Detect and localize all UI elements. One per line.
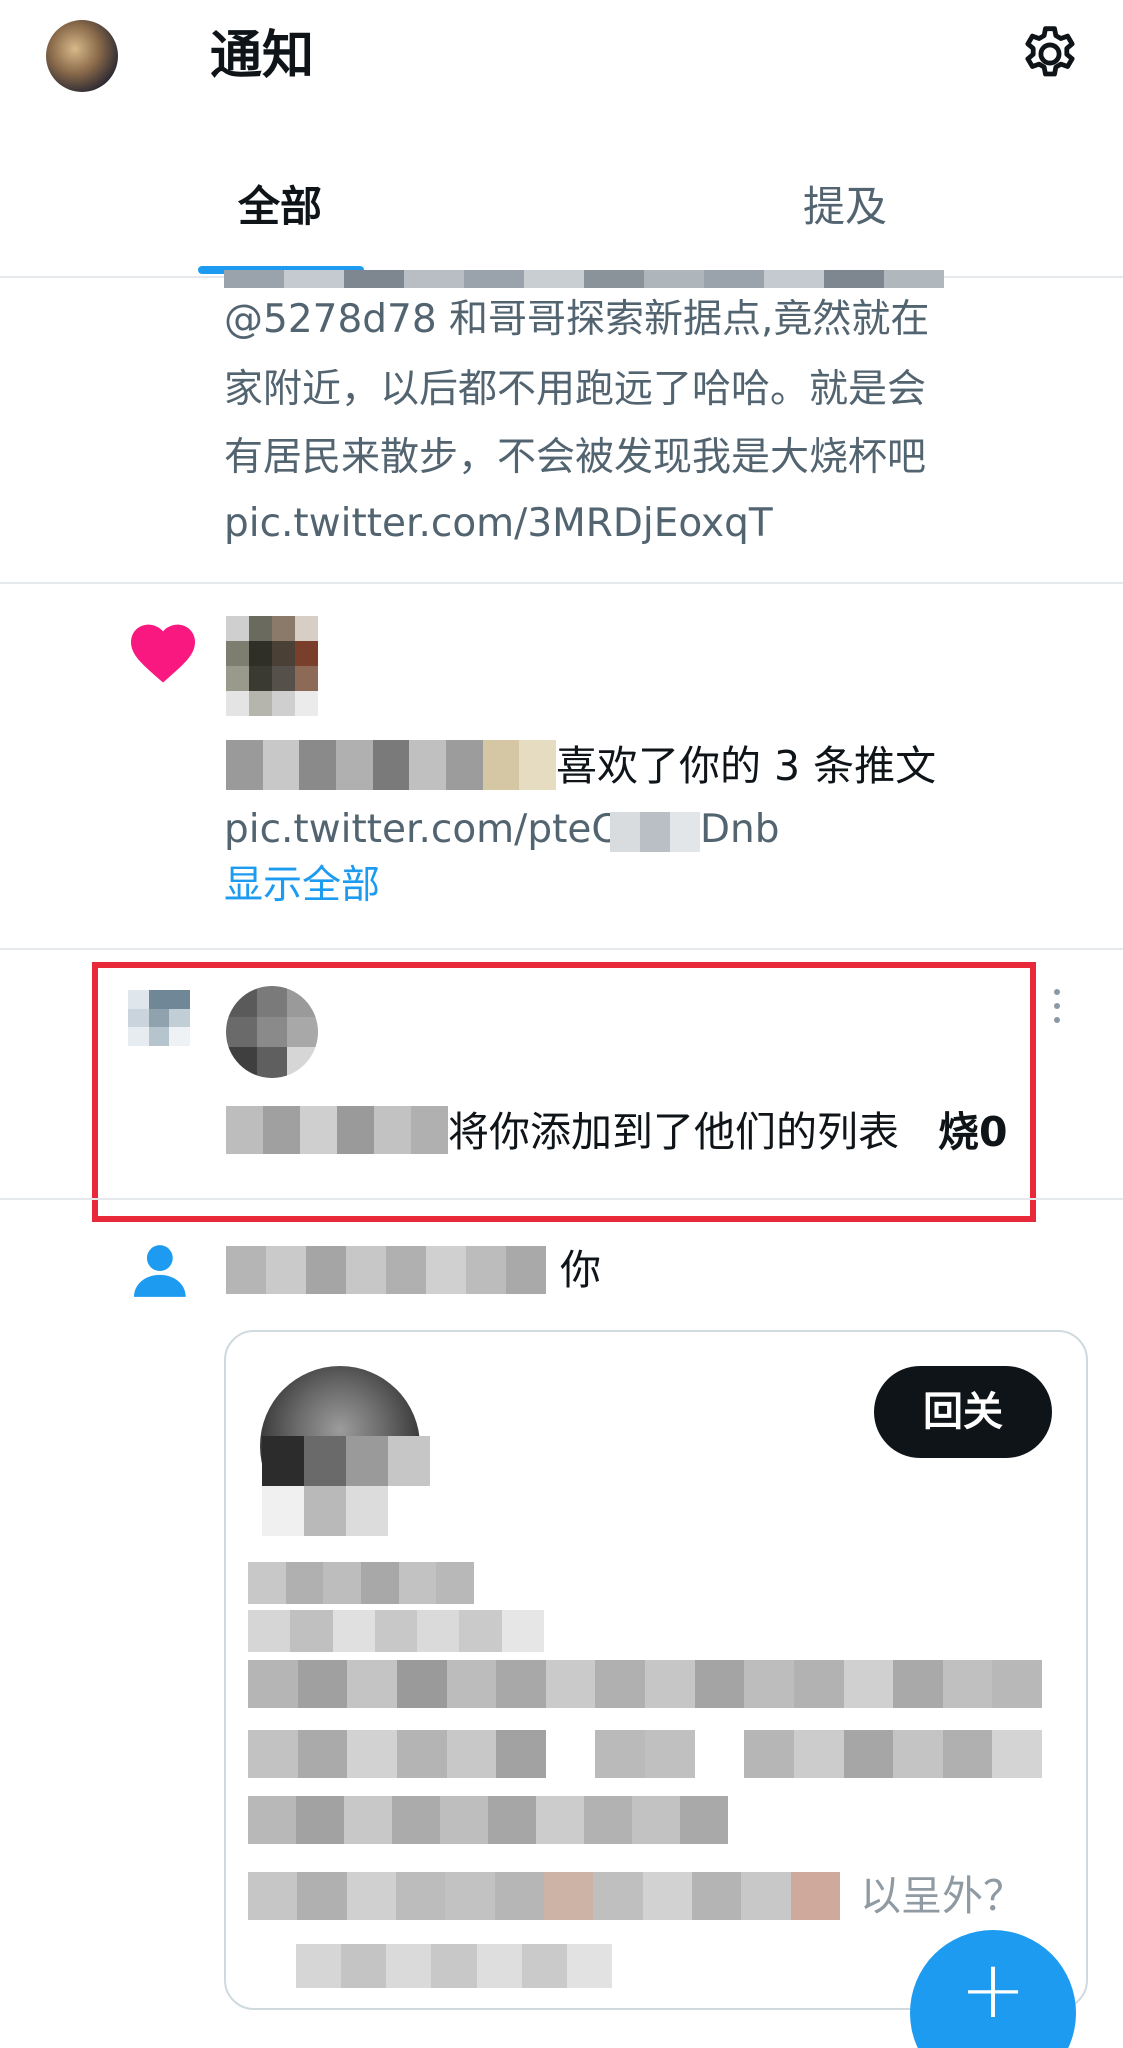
- follow-notification-text: 你: [560, 1246, 601, 1294]
- blurred-bio: [248, 1872, 840, 1920]
- tweet-text-line: 家附近，以后都不用跑远了哈哈。就是会: [224, 367, 927, 412]
- tab-mentions[interactable]: 提及: [760, 172, 930, 242]
- blurred-bio: [248, 1730, 1042, 1778]
- highlight-box: [92, 962, 1036, 1222]
- tweet-text-line: 有居民来散步，不会被发现我是大烧杯吧: [224, 435, 927, 480]
- tab-all[interactable]: 全部: [200, 172, 360, 242]
- gear-icon[interactable]: [1018, 22, 1082, 86]
- tweet-link[interactable]: pic.twitter.com/3MRDjEoxqT: [224, 490, 773, 558]
- like-link-tail[interactable]: Dnb: [700, 796, 780, 864]
- avatar[interactable]: [46, 20, 118, 92]
- show-all-link[interactable]: 显示全部: [224, 856, 380, 916]
- blurred-username: [226, 740, 556, 790]
- like-link[interactable]: pic.twitter.com/pteC: [224, 796, 619, 864]
- bio-text-tail: 以呈外？: [860, 1872, 1024, 1920]
- more-vertical-icon[interactable]: [1050, 986, 1064, 1026]
- divider: [0, 582, 1123, 584]
- tweet-text-line: @5278d78 和哥哥探索新据点,竟然就在: [224, 297, 930, 342]
- divider: [0, 1198, 1123, 1200]
- blurred-username: [226, 1246, 546, 1294]
- plus-icon: +: [959, 1943, 1027, 2036]
- blurred-bio: [248, 1796, 728, 1844]
- blurred-handle: [248, 1610, 544, 1652]
- divider: [0, 948, 1123, 950]
- compose-button[interactable]: +: [910, 1930, 1076, 2048]
- blurred-bio: [248, 1660, 1042, 1708]
- like-notification-text: 喜欢了你的 3 条推文: [556, 742, 937, 790]
- heart-icon: [131, 624, 195, 683]
- blurred-avatar-overlay: [262, 1436, 430, 1536]
- page-title: 通知: [210, 26, 315, 86]
- blurred-display-name: [248, 1562, 474, 1604]
- blurred-link: [610, 812, 700, 852]
- person-icon: [134, 1245, 186, 1297]
- follow-back-button[interactable]: 回关: [874, 1366, 1052, 1458]
- blurred-bio: [296, 1944, 612, 1988]
- user-avatar-blurred[interactable]: [226, 616, 318, 716]
